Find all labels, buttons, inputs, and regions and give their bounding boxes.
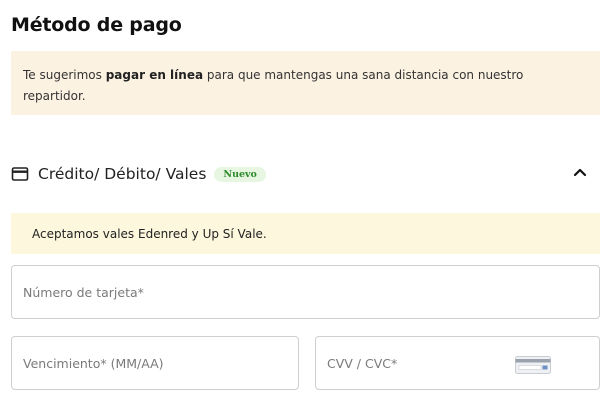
card-number-field[interactable] [11,265,600,319]
new-badge: Nuevo [214,166,266,182]
card-number-input[interactable] [23,266,599,318]
credit-card-icon [11,166,29,182]
vales-notice: Aceptamos vales Edenred y Up Sí Vale. [11,213,600,254]
credit-debit-section-header[interactable]: Crédito/ Débito/ Vales Nuevo [11,158,600,190]
expiry-input[interactable] [23,337,298,389]
notice-prefix: Te sugerimos [23,68,106,82]
cvv-field[interactable] [315,336,600,390]
cvv-card-icon [515,356,551,374]
section-label: Crédito/ Débito/ Vales [38,165,207,183]
cvv-input[interactable] [327,337,599,389]
payment-method-page: Método de pago Te sugerimos pagar en lín… [0,0,600,400]
chevron-up-icon[interactable] [570,162,590,182]
online-payment-notice: Te sugerimos pagar en línea para que man… [11,51,600,115]
page-title: Método de pago [11,14,182,36]
expiry-field[interactable] [11,336,299,390]
notice-highlight: pagar en línea [105,68,204,82]
